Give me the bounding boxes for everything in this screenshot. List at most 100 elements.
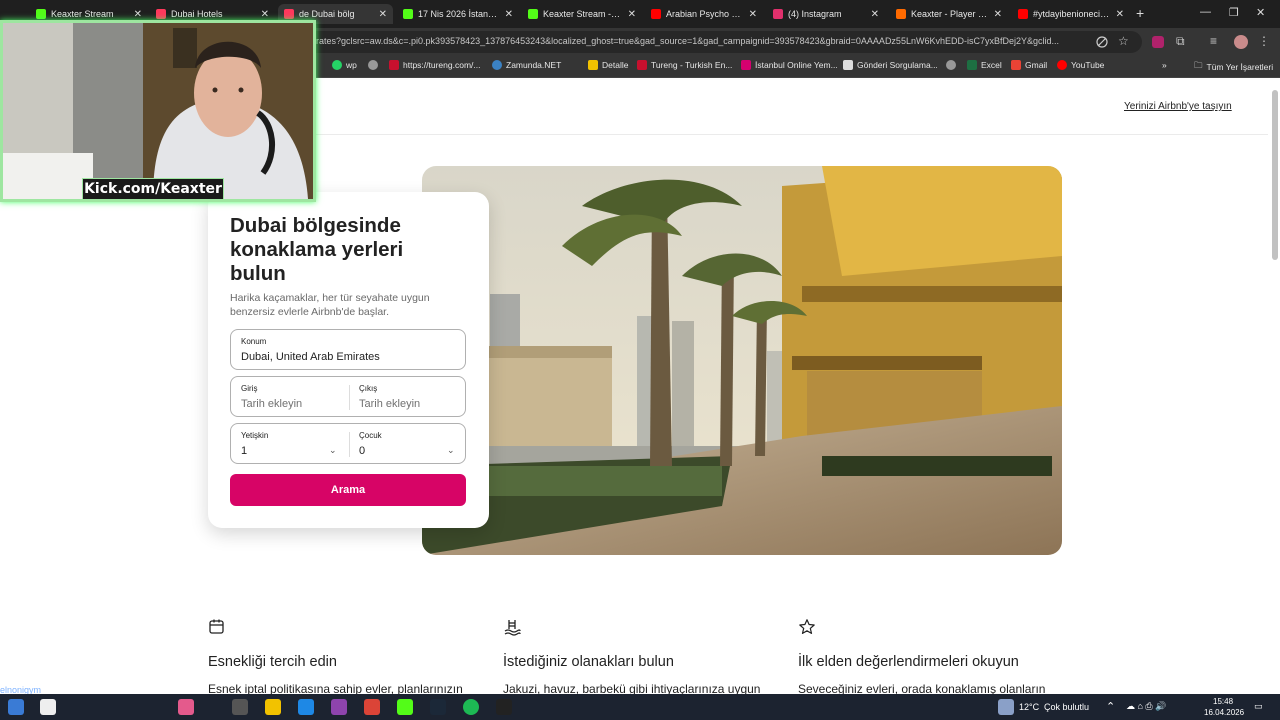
calendar-icon [209, 619, 224, 634]
instagram-favicon-icon [773, 9, 783, 19]
guests-field: Yetişkin 1 ⌄ Çocuk 0 ⌄ [230, 423, 466, 464]
folder-icon: 🗀 [1194, 60, 1203, 70]
maximize-icon[interactable]: ❐ [1229, 6, 1239, 19]
browser-tab[interactable]: (4) Instagram ✕ [767, 4, 885, 24]
adults-select[interactable]: 1 [241, 445, 247, 457]
address-bar[interactable]: irates?gclsrc=aw.ds&c=.pi0.pk393578423_1… [300, 31, 1142, 53]
tracking-protection-icon[interactable] [1096, 36, 1108, 48]
browser-tab[interactable]: Keaxter Stream - Wat ✕ [522, 4, 642, 24]
tray-icons[interactable]: ☁ ⌂ ⎙ 🔊 [1126, 701, 1166, 712]
feature-reviews: İlk elden değerlendirmeleri okuyun Sevec… [798, 618, 1068, 694]
yemeksepeti-icon [741, 60, 751, 70]
bookmarks-overflow-button[interactable]: » [1162, 60, 1167, 70]
tab-close-icon[interactable]: ✕ [1116, 9, 1124, 20]
tab-title: #ytdayibenionecikar [1033, 9, 1110, 19]
app-icon[interactable] [331, 699, 347, 715]
zamunda-icon [492, 60, 502, 70]
new-tab-button[interactable]: + [1136, 5, 1144, 21]
search-button[interactable]: Arama [230, 474, 466, 506]
bookmark-label: Tureng - Turkish En... [651, 60, 733, 70]
bookmark-item[interactable]: Tureng - Turkish En... [637, 60, 732, 70]
tab-close-icon[interactable]: ✕ [261, 9, 269, 20]
minimize-icon[interactable]: — [1200, 6, 1211, 18]
bookmark-label: Detalle [602, 60, 629, 70]
menu-kebab-icon[interactable]: ⋮ [1258, 34, 1270, 48]
bookmark-item[interactable]: Gönderi Sorgulama... [843, 60, 938, 70]
bookmark-star-icon[interactable]: ☆ [1118, 34, 1129, 48]
detalle-icon [588, 60, 598, 70]
task-view-icon[interactable] [232, 699, 248, 715]
tulip-widget-icon[interactable] [178, 699, 194, 715]
dates-field: Giriş Tarih ekleyin Çıkış Tarih ekleyin [230, 376, 466, 417]
browser-tab[interactable]: Arabian Psycho - The ✕ [645, 4, 763, 24]
feature-title: Esnekliği tercih edin [208, 654, 337, 670]
edge-icon[interactable] [298, 699, 314, 715]
location-field[interactable]: Konum Dubai, United Arab Emirates [230, 329, 466, 370]
bookmark-item[interactable]: Zamunda.NET [492, 60, 561, 70]
feature-text: Jakuzi, havuz, barbekü gibi ihtiyaçların… [503, 682, 761, 694]
tab-search-icon[interactable]: ≡ [1210, 34, 1217, 48]
kick-app-icon[interactable] [397, 699, 413, 715]
chrome-icon[interactable] [364, 699, 380, 715]
tab-close-icon[interactable]: ✕ [505, 9, 513, 20]
youtube-favicon-icon [651, 9, 661, 19]
whatsapp-icon [332, 60, 342, 70]
checkin-input[interactable]: Tarih ekleyin [241, 398, 302, 410]
pool-icon [504, 620, 521, 636]
feature-amenities: İstediğiniz olanakları bulun Jakuzi, hav… [503, 618, 773, 694]
search-icon[interactable] [40, 699, 56, 715]
extension-icon[interactable] [1152, 36, 1164, 48]
bookmark-item[interactable]: Excel [967, 60, 1002, 70]
kick-favicon-icon [528, 9, 538, 19]
stream-channel-label: Kick.com/Keaxter [82, 178, 224, 200]
browser-tab[interactable]: Keaxter - Player Profi ✕ [890, 4, 1008, 24]
browser-tab[interactable]: 17 Nis 2026 İstanbul ✕ [397, 4, 519, 24]
tab-close-icon[interactable]: ✕ [379, 9, 387, 20]
window-close-icon[interactable]: ✕ [1256, 6, 1265, 19]
checkout-input[interactable]: Tarih ekleyin [359, 398, 420, 410]
feature-title: İstediğiniz olanakları bulun [503, 654, 674, 670]
bookmark-item[interactable]: İstanbul Online Yem... [741, 60, 838, 70]
bookmark-item[interactable]: wp [332, 60, 357, 70]
profile-avatar[interactable] [1234, 35, 1248, 49]
tab-close-icon[interactable]: ✕ [628, 9, 636, 20]
tab-close-icon[interactable]: ✕ [871, 9, 879, 20]
bookmark-item[interactable]: Detalle [588, 60, 628, 70]
globe-icon [368, 60, 378, 70]
clock-time[interactable]: 15:48 [1213, 697, 1233, 706]
obs-icon[interactable] [496, 699, 512, 715]
tab-title: (4) Instagram [788, 9, 842, 19]
tab-close-icon[interactable]: ✕ [994, 9, 1002, 20]
browser-tab[interactable]: #ytdayibenionecikar ✕ [1012, 4, 1130, 24]
location-value: Dubai, United Arab Emirates [241, 351, 380, 363]
scrollbar-thumb[interactable] [1272, 90, 1278, 260]
bookmark-item[interactable]: https://tureng.com/... [389, 60, 480, 70]
tab-close-icon[interactable]: ✕ [134, 9, 142, 20]
children-select[interactable]: 0 [359, 445, 365, 457]
airbnb-favicon-icon [284, 9, 294, 19]
tab-close-icon[interactable]: ✕ [749, 9, 757, 20]
all-bookmarks-folder[interactable]: 🗀 Tüm Yer İşaretleri [1194, 60, 1273, 74]
youtube-favicon-icon [1018, 9, 1028, 19]
bookmark-item[interactable]: Gmail [1011, 60, 1047, 70]
field-divider [349, 385, 350, 410]
host-link[interactable]: Yerinizi Airbnb'ye taşıyın [1124, 101, 1232, 112]
steam-icon[interactable] [430, 699, 446, 715]
spotify-icon[interactable] [463, 699, 479, 715]
bookmark-item[interactable] [946, 60, 960, 70]
tab-title: Keaxter Stream [51, 9, 114, 19]
clock-date[interactable]: 16.04.2026 [1204, 708, 1244, 717]
tab-title: 17 Nis 2026 İstanbul [418, 9, 499, 19]
extensions-puzzle-icon[interactable]: ⧉ [1176, 34, 1185, 49]
tray-chevron-up-icon[interactable]: ⌃ [1106, 700, 1115, 713]
bookmark-item[interactable]: YouTube [1057, 60, 1104, 70]
chevron-down-icon[interactable]: ⌄ [447, 445, 455, 456]
bookmark-label: İstanbul Online Yem... [755, 60, 838, 70]
windows-start-icon[interactable] [8, 699, 24, 715]
bookmark-item[interactable] [368, 60, 382, 70]
notification-icon[interactable]: ▭ [1254, 701, 1263, 712]
chevron-down-icon[interactable]: ⌄ [329, 445, 337, 456]
envelope-icon [843, 60, 853, 70]
bookmark-label: Zamunda.NET [506, 60, 562, 70]
file-explorer-icon[interactable] [265, 699, 281, 715]
